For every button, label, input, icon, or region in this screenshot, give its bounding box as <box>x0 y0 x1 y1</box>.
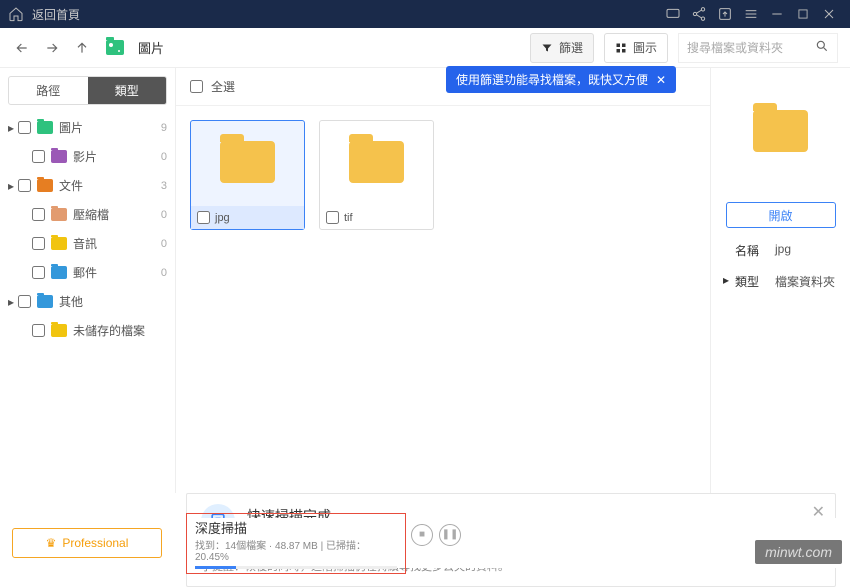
chat-icon[interactable] <box>662 3 684 25</box>
sidebar-checkbox[interactable] <box>18 179 31 192</box>
breadcrumb: 圖片 <box>138 38 164 57</box>
sidebar-item-7[interactable]: 未儲存的檔案 <box>0 316 175 345</box>
sidebar-item-label: 壓縮檔 <box>73 206 161 223</box>
sidebar-checkbox[interactable] <box>32 150 45 163</box>
sidebar-item-count: 9 <box>161 122 167 134</box>
detail-row: ▸類型檔案資料夾 <box>723 273 838 290</box>
folder-icon <box>51 237 67 250</box>
sidebar-item-label: 文件 <box>59 177 161 194</box>
folder-icon <box>37 295 53 308</box>
filter-label: 篩選 <box>559 39 583 56</box>
tab-type[interactable]: 類型 <box>88 77 167 104</box>
filter-tooltip: 使用篩選功能尋找檔案，既快又方便 ✕ <box>446 66 676 93</box>
titlebar-title[interactable]: 返回首頁 <box>32 6 80 23</box>
sidebar-item-count: 0 <box>161 209 167 221</box>
sidebar-item-count: 0 <box>161 267 167 279</box>
detail-val: 檔案資料夾 <box>775 273 835 290</box>
open-button[interactable]: 開啟 <box>726 202 836 228</box>
crown-icon: ♛ <box>46 536 57 550</box>
search-icon[interactable] <box>815 39 829 56</box>
detail-val: jpg <box>775 242 791 259</box>
minimize-icon[interactable] <box>766 3 788 25</box>
folder-name: tif <box>344 212 353 224</box>
deep-scan-title: 深度掃描 <box>195 518 397 537</box>
sidebar-checkbox[interactable] <box>32 266 45 279</box>
up-button[interactable] <box>72 38 92 58</box>
folder-name: jpg <box>215 212 230 224</box>
sidebar-item-label: 其他 <box>59 293 167 310</box>
sidebar-item-1[interactable]: 影片0 <box>0 142 175 171</box>
folder-icon <box>51 324 67 337</box>
watermark: minwt.com <box>755 540 842 564</box>
sidebar-checkbox[interactable] <box>18 295 31 308</box>
sidebar-checkbox[interactable] <box>32 237 45 250</box>
sidebar-item-label: 郵件 <box>73 264 161 281</box>
breadcrumb-icon <box>106 40 124 55</box>
share-icon[interactable] <box>688 3 710 25</box>
folder-checkbox[interactable] <box>197 211 210 224</box>
stop-icon[interactable]: ■ <box>411 524 433 546</box>
folder-icon <box>220 141 275 183</box>
deep-scan-stats: 找到：14個檔案 · 48.87 MB | 已掃描：20.45% <box>195 537 397 563</box>
detail-folder-icon <box>753 110 808 152</box>
sidebar-item-count: 0 <box>161 151 167 163</box>
sidebar: 路徑 類型 ▸圖片9影片0▸文件3壓縮檔0音訊0郵件0▸其他未儲存的檔案 <box>0 68 176 493</box>
maximize-icon[interactable] <box>792 3 814 25</box>
sidebar-item-4[interactable]: 音訊0 <box>0 229 175 258</box>
detail-key: 名稱 <box>735 242 775 259</box>
tab-path[interactable]: 路徑 <box>9 77 88 104</box>
close-icon[interactable] <box>818 3 840 25</box>
detail-panel: 開啟 名稱jpg ▸類型檔案資料夾 <box>710 68 850 493</box>
folder-checkbox[interactable] <box>326 211 339 224</box>
view-button[interactable]: 圖示 <box>604 33 668 63</box>
sidebar-item-label: 圖片 <box>59 119 161 136</box>
folder-icon <box>51 266 67 279</box>
forward-button[interactable] <box>42 38 62 58</box>
sidebar-item-6[interactable]: ▸其他 <box>0 287 175 316</box>
search-input[interactable]: 搜尋檔案或資料夾 <box>678 33 838 63</box>
filter-button[interactable]: 篩選 <box>530 33 594 63</box>
sidebar-item-label: 音訊 <box>73 235 161 252</box>
detail-key: 類型 <box>735 273 775 290</box>
sidebar-checkbox[interactable] <box>32 208 45 221</box>
sidebar-item-label: 影片 <box>73 148 161 165</box>
sidebar-item-label: 未儲存的檔案 <box>73 322 167 339</box>
sidebar-checkbox[interactable] <box>32 324 45 337</box>
search-placeholder: 搜尋檔案或資料夾 <box>687 39 815 56</box>
folder-card-jpg[interactable]: jpg <box>190 120 305 230</box>
sidebar-item-3[interactable]: 壓縮檔0 <box>0 200 175 229</box>
sidebar-item-count: 3 <box>161 180 167 192</box>
folder-icon <box>37 179 53 192</box>
upload-icon[interactable] <box>714 3 736 25</box>
menu-icon[interactable] <box>740 3 762 25</box>
deep-scan-box: 深度掃描 找到：14個檔案 · 48.87 MB | 已掃描：20.45% ■ … <box>186 513 406 574</box>
detail-row: 名稱jpg <box>723 242 838 259</box>
tooltip-text: 使用篩選功能尋找檔案，既快又方便 <box>456 71 648 88</box>
folder-icon <box>37 121 53 134</box>
folder-icon <box>51 150 67 163</box>
select-all-label: 全選 <box>211 78 235 95</box>
select-all-checkbox[interactable] <box>190 80 203 93</box>
tooltip-close-icon[interactable]: ✕ <box>656 73 666 87</box>
folder-icon <box>349 141 404 183</box>
back-button[interactable] <box>12 38 32 58</box>
sidebar-item-0[interactable]: ▸圖片9 <box>0 113 175 142</box>
pause-icon[interactable]: ❚❚ <box>439 524 461 546</box>
home-icon[interactable] <box>8 6 24 22</box>
sidebar-item-5[interactable]: 郵件0 <box>0 258 175 287</box>
folder-card-tif[interactable]: tif <box>319 120 434 230</box>
view-label: 圖示 <box>633 39 657 56</box>
pro-label: Professional <box>62 536 128 550</box>
sidebar-checkbox[interactable] <box>18 121 31 134</box>
sidebar-item-2[interactable]: ▸文件3 <box>0 171 175 200</box>
professional-button[interactable]: ♛ Professional <box>12 528 162 558</box>
sidebar-item-count: 0 <box>161 238 167 250</box>
folder-icon <box>51 208 67 221</box>
